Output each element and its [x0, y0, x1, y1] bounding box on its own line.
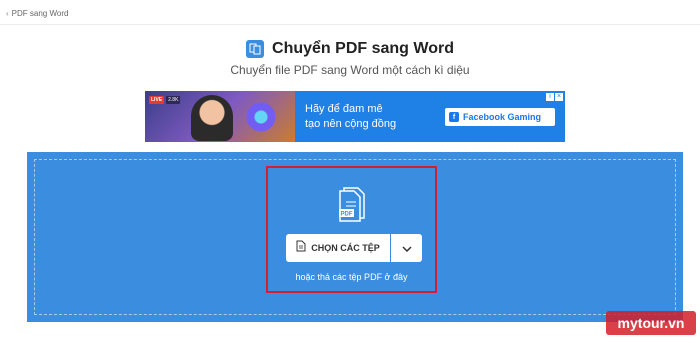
pdf-to-word-icon	[246, 40, 265, 58]
ad-brand-button[interactable]: f Facebook Gaming	[445, 108, 555, 126]
ad-controls: i ×	[546, 93, 563, 101]
chevron-left-icon: ‹	[6, 9, 9, 18]
pdf-file-icon: PDF	[336, 186, 368, 222]
live-indicator: LIVE 2.8K	[149, 96, 181, 104]
watermark-text: mytour.vn	[617, 315, 685, 331]
live-badge: LIVE	[149, 96, 165, 104]
page-subtitle: Chuyển file PDF sang Word một cách kì di…	[230, 63, 470, 77]
chevron-down-icon	[401, 239, 412, 257]
upload-source-dropdown[interactable]	[391, 234, 422, 262]
ad-close-icon[interactable]: ×	[555, 93, 563, 101]
choose-files-button[interactable]: CHỌN CÁC TỆP	[286, 234, 390, 262]
neon-decoration	[240, 99, 282, 135]
breadcrumb[interactable]: ‹ PDF sang Word	[6, 9, 68, 18]
facebook-gaming-icon: f	[449, 112, 459, 122]
pdf-file-label: PDF	[341, 212, 353, 218]
ad-line-1: Hãy để đam mê	[305, 103, 383, 115]
watermark: mytour.vn	[606, 311, 696, 335]
file-icon	[296, 239, 306, 257]
streamer-image	[191, 95, 233, 141]
drop-hint: hoặc thả các tệp PDF ở đây	[295, 272, 408, 282]
page-header: Chuyển PDF sang Word	[0, 40, 700, 58]
ad-brand-label: Facebook Gaming	[463, 112, 542, 122]
top-bar: ‹ PDF sang Word	[0, 0, 700, 25]
ad-info-icon[interactable]: i	[546, 93, 554, 101]
breadcrumb-item[interactable]: PDF sang Word	[12, 9, 69, 18]
ad-line-2: tạo nên cộng đồng	[305, 118, 397, 130]
choose-files-label: CHỌN CÁC TỆP	[311, 243, 380, 253]
page-title: Chuyển PDF sang Word	[272, 40, 454, 57]
ad-text: Hãy để đam mê tạo nên cộng đồng	[305, 102, 396, 132]
viewer-count: 2.8K	[166, 96, 181, 104]
advertisement-banner[interactable]: LIVE 2.8K Hãy để đam mê tạo nên cộng đồn…	[145, 91, 565, 142]
ad-image: LIVE 2.8K	[145, 91, 295, 142]
